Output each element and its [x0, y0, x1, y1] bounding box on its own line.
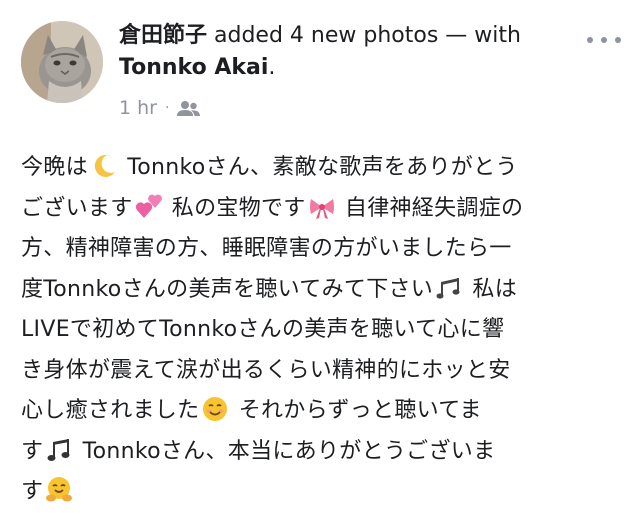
post-line: 方、精神障害の方、睡眠障害の方がいましたら一	[21, 236, 512, 261]
crescent-moon-icon	[90, 152, 118, 180]
tagged-name-link[interactable]: Tonnko Akai	[119, 55, 268, 80]
header-end: .	[268, 55, 276, 80]
musical-note-icon	[45, 436, 73, 464]
post-line: す Tonnkoさん、本当にありがとうございま	[21, 432, 625, 473]
post-timestamp[interactable]: 1 hr	[119, 97, 157, 119]
avatar[interactable]	[21, 21, 103, 103]
post-line: 心し癒されました それからずっと聴いてま	[21, 391, 625, 432]
header-action-text: added 4 new photos — with	[207, 23, 521, 48]
post-line: き身体が震えて涙が出るくらい精神的にホッと安	[21, 357, 511, 383]
post-body: 今晩は Tonnkoさん、素敵な歌声をありがとう ございます 私の宝物です 自律…	[21, 148, 625, 513]
post-line: 今晩は Tonnkoさん、素敵な歌声をありがとう	[21, 148, 625, 189]
post-line: ございます 私の宝物です 自律神経失調症の	[21, 189, 625, 230]
hugging-face-icon	[45, 476, 73, 504]
post-line: 度Tonnkoさんの美声を聴いてみて下さい 私は	[21, 270, 625, 311]
two-hearts-icon	[135, 193, 163, 221]
post-line: す	[21, 472, 625, 513]
post-header: 倉田節子 added 4 new photos — with Tonnko Ak…	[119, 20, 579, 84]
friends-icon[interactable]	[177, 100, 201, 117]
feed-post: 倉田節子 added 4 new photos — with Tonnko Ak…	[0, 0, 639, 532]
musical-notes-icon	[435, 274, 463, 302]
post-line: LIVEで初めてTonnkoさんの美声を聴いて心に響	[21, 317, 505, 342]
more-options-icon[interactable]	[587, 30, 621, 50]
smiling-face-icon	[201, 395, 229, 423]
meta-separator: ·	[164, 100, 170, 116]
author-name-link[interactable]: 倉田節子	[119, 23, 207, 48]
ribbon-icon	[308, 193, 336, 221]
post-meta: 1 hr ·	[119, 94, 201, 122]
